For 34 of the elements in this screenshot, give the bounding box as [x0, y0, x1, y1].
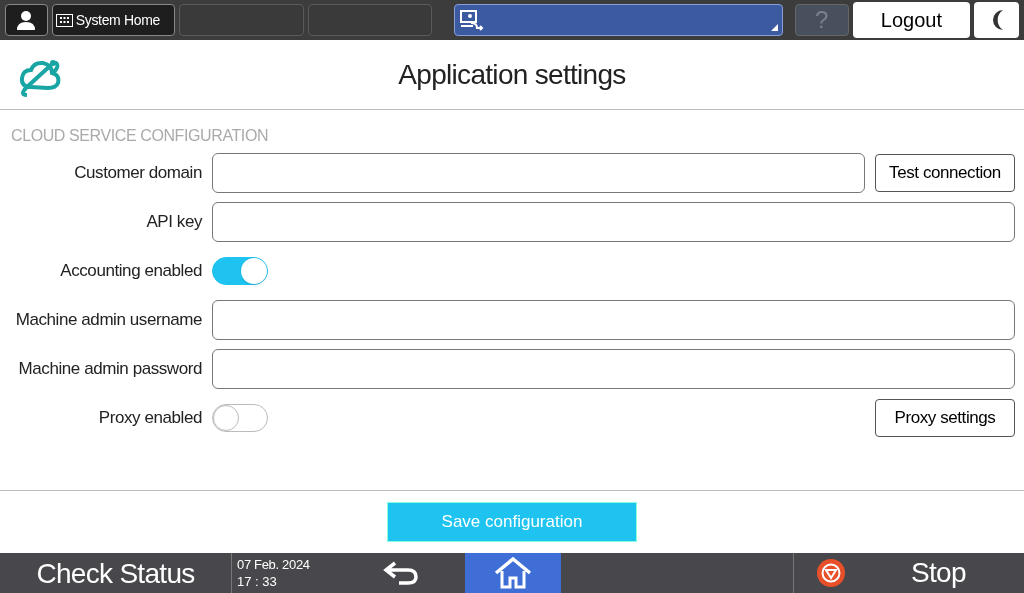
- stop-icon: [816, 558, 846, 588]
- app-logo-icon: [17, 57, 63, 99]
- stop-button[interactable]: Stop: [794, 553, 1024, 593]
- toggle-switch[interactable]: [212, 257, 268, 285]
- night-mode-button[interactable]: [974, 2, 1019, 38]
- screen-switch-dropdown[interactable]: [454, 4, 783, 36]
- text-field[interactable]: [212, 153, 865, 193]
- text-field[interactable]: [212, 202, 1015, 242]
- action-button[interactable]: Test connection: [875, 154, 1015, 192]
- page-title: Application settings: [398, 57, 626, 92]
- section-heading: CLOUD SERVICE CONFIGURATION: [11, 126, 270, 146]
- text-field[interactable]: [212, 349, 1015, 389]
- field-label: Customer domain: [73, 162, 203, 185]
- field-label: API key: [145, 211, 204, 234]
- toggle-switch[interactable]: [212, 404, 268, 432]
- user-button[interactable]: [5, 4, 48, 36]
- back-arrow-icon: [383, 560, 419, 586]
- time-text: 17 : 33: [237, 573, 278, 590]
- grid-icon: [55, 13, 73, 27]
- logout-button[interactable]: Logout: [852, 2, 971, 38]
- text-field[interactable]: [212, 300, 1015, 340]
- screen-switch-icon: [459, 9, 486, 31]
- home-icon: [494, 557, 532, 589]
- home-button[interactable]: [465, 553, 561, 593]
- user-icon: [15, 9, 38, 31]
- check-status-button[interactable]: Check Status: [0, 553, 232, 593]
- field-label: Machine admin password: [17, 358, 203, 381]
- field-label: Proxy enabled: [97, 407, 203, 430]
- corner-icon: [770, 24, 778, 31]
- action-button[interactable]: Proxy settings: [875, 399, 1015, 437]
- system-home-button[interactable]: System Home: [51, 4, 176, 36]
- date-text: 07 Feb. 2024: [237, 556, 311, 573]
- field-label: Accounting enabled: [59, 260, 203, 283]
- field-label: Machine admin username: [14, 309, 203, 332]
